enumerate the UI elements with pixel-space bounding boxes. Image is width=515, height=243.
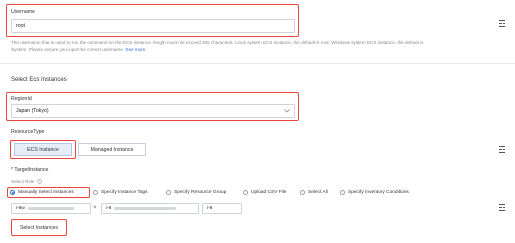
- radio-icon: [300, 190, 305, 195]
- role-option-select-all[interactable]: Select All: [300, 190, 328, 195]
- username-help-text-2: System. Please ensure you input the corr…: [11, 47, 146, 52]
- radio-icon: [166, 190, 171, 195]
- region-select[interactable]: Japan (Tokyo): [11, 104, 295, 118]
- instance-chip[interactable]: i-6: [101, 203, 199, 214]
- svg-text:?: ?: [38, 180, 40, 184]
- form-row-icon[interactable]: [499, 204, 505, 211]
- radio-icon: [340, 190, 345, 195]
- instance-chip-id: i-6: [106, 206, 112, 211]
- chevron-down-icon: [284, 109, 290, 113]
- section-divider: [0, 63, 515, 64]
- form-row-icon[interactable]: [499, 146, 505, 153]
- radio-icon: [243, 190, 248, 195]
- instance-chip[interactable]: i-6: [202, 203, 242, 214]
- instance-chip-id: i-6: [207, 206, 213, 211]
- select-instances-button[interactable]: Select Instances: [14, 221, 64, 234]
- target-instance-label: * TargetInstance: [11, 167, 49, 173]
- ecs-instance-button[interactable]: ECS Instance: [14, 143, 72, 156]
- managed-instance-button[interactable]: Managed Instance: [78, 143, 146, 156]
- instance-chip-id: i-6w: [16, 206, 25, 211]
- username-input[interactable]: root: [11, 19, 295, 33]
- role-option-resource-group[interactable]: Specify Resource Group: [166, 190, 226, 195]
- role-option-manual[interactable]: Manually Select Instances: [10, 190, 74, 195]
- instance-chip[interactable]: i-6w: [11, 203, 91, 214]
- region-label: RegionId: [11, 96, 32, 102]
- chip-close-icon[interactable]: ×: [93, 205, 97, 211]
- region-value: Japan (Tokyo): [16, 108, 49, 114]
- redacted-text: [114, 207, 177, 210]
- username-value: root: [16, 23, 25, 29]
- role-option-csv[interactable]: Upload CSV File: [243, 190, 286, 195]
- username-help-text: The username that is used to run the com…: [11, 40, 424, 45]
- role-option-inventory[interactable]: Specify Inventory Conditions: [340, 190, 409, 195]
- radio-icon: [93, 190, 98, 195]
- redacted-text: [27, 207, 74, 210]
- form-row-icon[interactable]: [499, 20, 505, 27]
- help-icon[interactable]: ?: [36, 179, 42, 184]
- role-option-tags[interactable]: Specify Instance Tags: [93, 190, 148, 195]
- resource-type-label: ResourceType: [11, 129, 45, 135]
- select-role-label: Select Role ?: [11, 179, 42, 184]
- section-title: Select Ecs Instances: [11, 77, 67, 83]
- radio-selected-icon: [10, 190, 15, 195]
- username-label: Username: [11, 9, 35, 15]
- see-more-link[interactable]: See more: [125, 47, 145, 52]
